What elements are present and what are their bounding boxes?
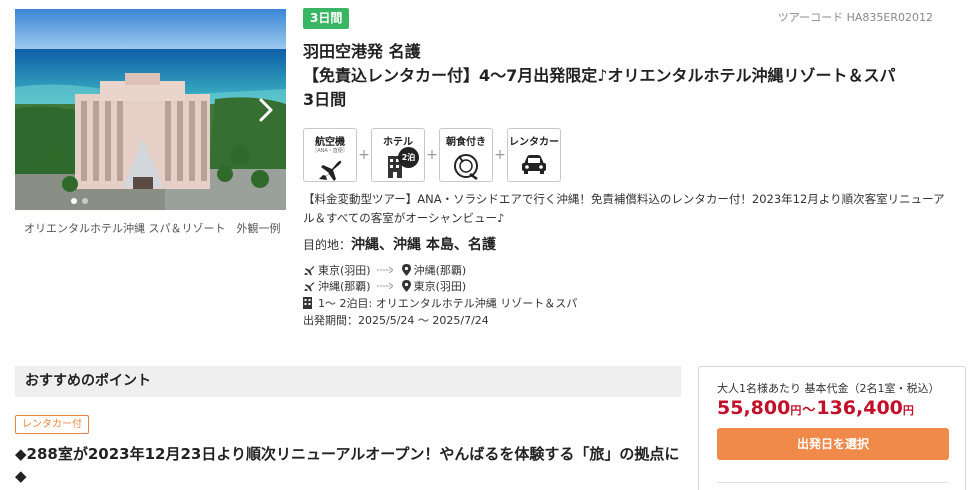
- next-slide-icon[interactable]: [256, 97, 276, 123]
- meal-icon: [452, 152, 480, 184]
- tour-code: ツアーコード HA835ER02012: [777, 11, 933, 24]
- include-rental-car: レンタカー: [507, 128, 561, 182]
- itinerary-leg: 東京(羽田) 沖縄(那覇): [303, 262, 466, 278]
- title-line: 3日間: [303, 90, 347, 109]
- include-hotel: ホテル 2泊: [371, 128, 425, 182]
- plus-icon: +: [494, 147, 506, 163]
- feature-tag: レンタカー付: [15, 415, 89, 434]
- map-pin-icon: [401, 280, 411, 292]
- destination-value: 沖縄、沖縄 本島、名護: [351, 237, 496, 253]
- airplane-icon: [317, 159, 343, 185]
- included-services: 航空機 ［ANA・直便］ + ホテル 2泊 + 朝食付き + レンタカー: [303, 128, 561, 182]
- destination-label: 目的地：: [303, 238, 352, 252]
- price-panel: 大人1名様あたり 基本代金（2名1室・税込） 55,800円～136,400円 …: [698, 366, 966, 490]
- map-pin-icon: [401, 264, 411, 276]
- photo-caption: オリエンタルホテル沖縄 スパ＆リゾート 外観一例: [24, 222, 281, 235]
- tour-title: 羽田空港発 名護 【免責込レンタカー付】4～7月出発限定♪オリエンタルホテル沖縄…: [303, 40, 963, 112]
- plus-icon: +: [426, 147, 438, 163]
- slide-indicator: [71, 198, 88, 204]
- slide-dot[interactable]: [82, 198, 88, 204]
- itinerary-leg: 沖縄(那覇) 東京(羽田): [303, 278, 466, 294]
- hotel-photo[interactable]: [15, 9, 286, 210]
- car-icon: [520, 152, 548, 180]
- airplane-icon: [303, 265, 315, 276]
- title-line: 羽田空港発 名護: [303, 42, 421, 61]
- departure-period: 出発期間：2025/5/24 ～ 2025/7/24: [303, 314, 489, 327]
- title-line: 【免責込レンタカー付】4～7月出発限定♪オリエンタルホテル沖縄リゾート＆スパ: [303, 66, 896, 85]
- tour-description: 【料金変動型ツアー】ANA・ソラシドエアで行く沖縄！免責補償料込のレンタカー付！…: [303, 192, 945, 225]
- select-departure-date-button[interactable]: 出発日を選択: [717, 428, 949, 460]
- hotel-exterior-image: [15, 9, 286, 210]
- arrow-icon: [376, 267, 396, 273]
- arrow-icon: [376, 283, 396, 289]
- price-max: 136,400: [816, 397, 903, 419]
- airplane-icon: [303, 281, 315, 292]
- hotel-stay: 1～ 2泊目: オリエンタルホテル沖縄 リゾート＆スパ: [303, 295, 577, 311]
- duration-badge: 3日間: [303, 8, 350, 29]
- include-breakfast: 朝食付き: [439, 128, 493, 182]
- slide-dot[interactable]: [71, 198, 77, 204]
- nights-badge: 2泊: [398, 147, 419, 168]
- divider: [717, 482, 949, 483]
- point-headline: ◆288室が2023年12月23日より順次リニューアルオープン！やんばるを体験す…: [15, 445, 680, 485]
- plus-icon: +: [358, 147, 370, 163]
- destination: 目的地：沖縄、沖縄 本島、名護: [303, 234, 496, 254]
- price-range: 55,800円～136,400円: [717, 397, 914, 419]
- include-flight: 航空機 ［ANA・直便］: [303, 128, 357, 182]
- price-label: 大人1名様あたり 基本代金（2名1室・税込）: [717, 382, 940, 395]
- price-min: 55,800: [717, 397, 791, 419]
- section-heading: おすすめのポイント: [15, 366, 681, 397]
- hotel-icon: [303, 297, 312, 309]
